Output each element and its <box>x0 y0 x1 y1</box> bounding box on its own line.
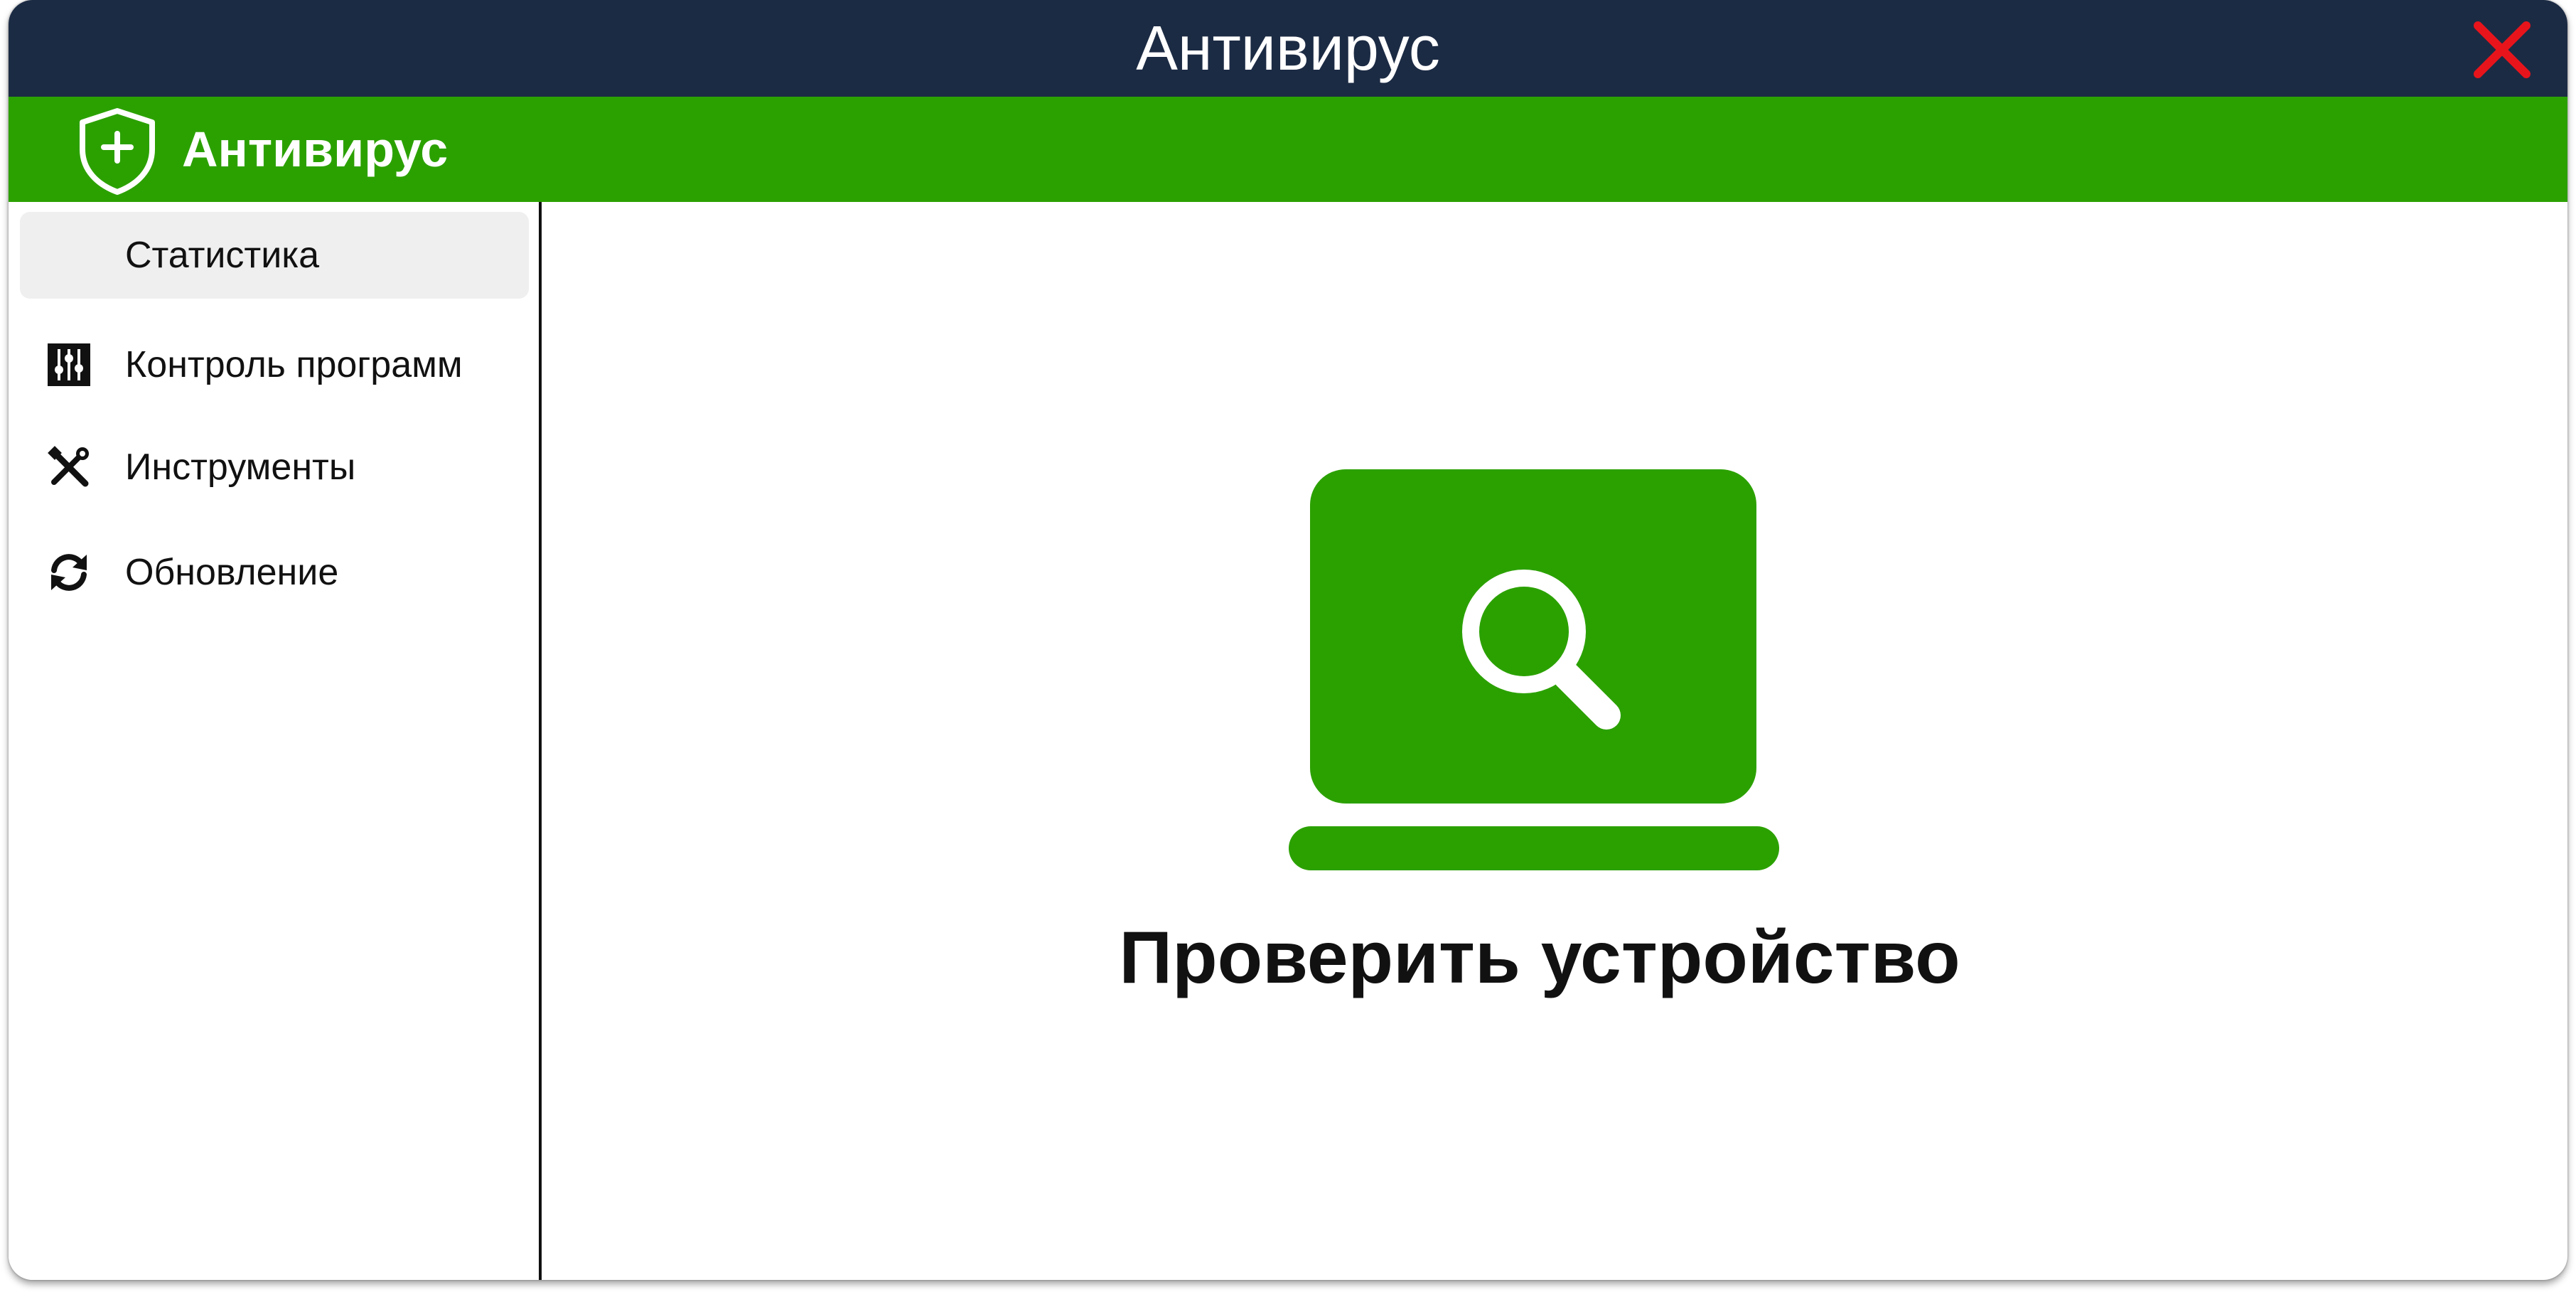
shield-plus-icon <box>80 108 155 195</box>
app-header: Антивирус <box>9 97 2567 202</box>
sidebar-item-tools[interactable]: Инструменты <box>20 424 529 511</box>
title-bar: Антивирус <box>9 0 2567 97</box>
app-name: Антивирус <box>182 122 449 177</box>
sliders-icon <box>48 343 90 386</box>
sidebar-item-label: Контроль программ <box>125 344 463 385</box>
scan-device-button[interactable]: Проверить устройство <box>544 916 2535 1000</box>
main-content: Проверить устройство <box>544 202 2567 1280</box>
app-window: Антивирус Антивирус Статистика Контроль … <box>9 0 2567 1280</box>
laptop-search-icon[interactable] <box>1289 469 1779 872</box>
sidebar-item-label: Инструменты <box>125 447 356 488</box>
sidebar: Статистика Контроль программ Инструменты… <box>9 202 542 1280</box>
close-x-icon <box>2474 21 2531 78</box>
sidebar-item-app-control[interactable]: Контроль программ <box>20 321 529 408</box>
sidebar-item-statistics[interactable]: Статистика <box>20 212 529 299</box>
window-title: Антивирус <box>1136 13 1440 83</box>
tools-icon <box>48 446 89 487</box>
sidebar-item-label: Обновление <box>125 552 339 593</box>
sidebar-item-label: Статистика <box>125 235 320 276</box>
refresh-icon <box>51 554 87 591</box>
sidebar-item-update[interactable]: Обновление <box>20 529 529 616</box>
close-button[interactable] <box>2468 16 2536 84</box>
